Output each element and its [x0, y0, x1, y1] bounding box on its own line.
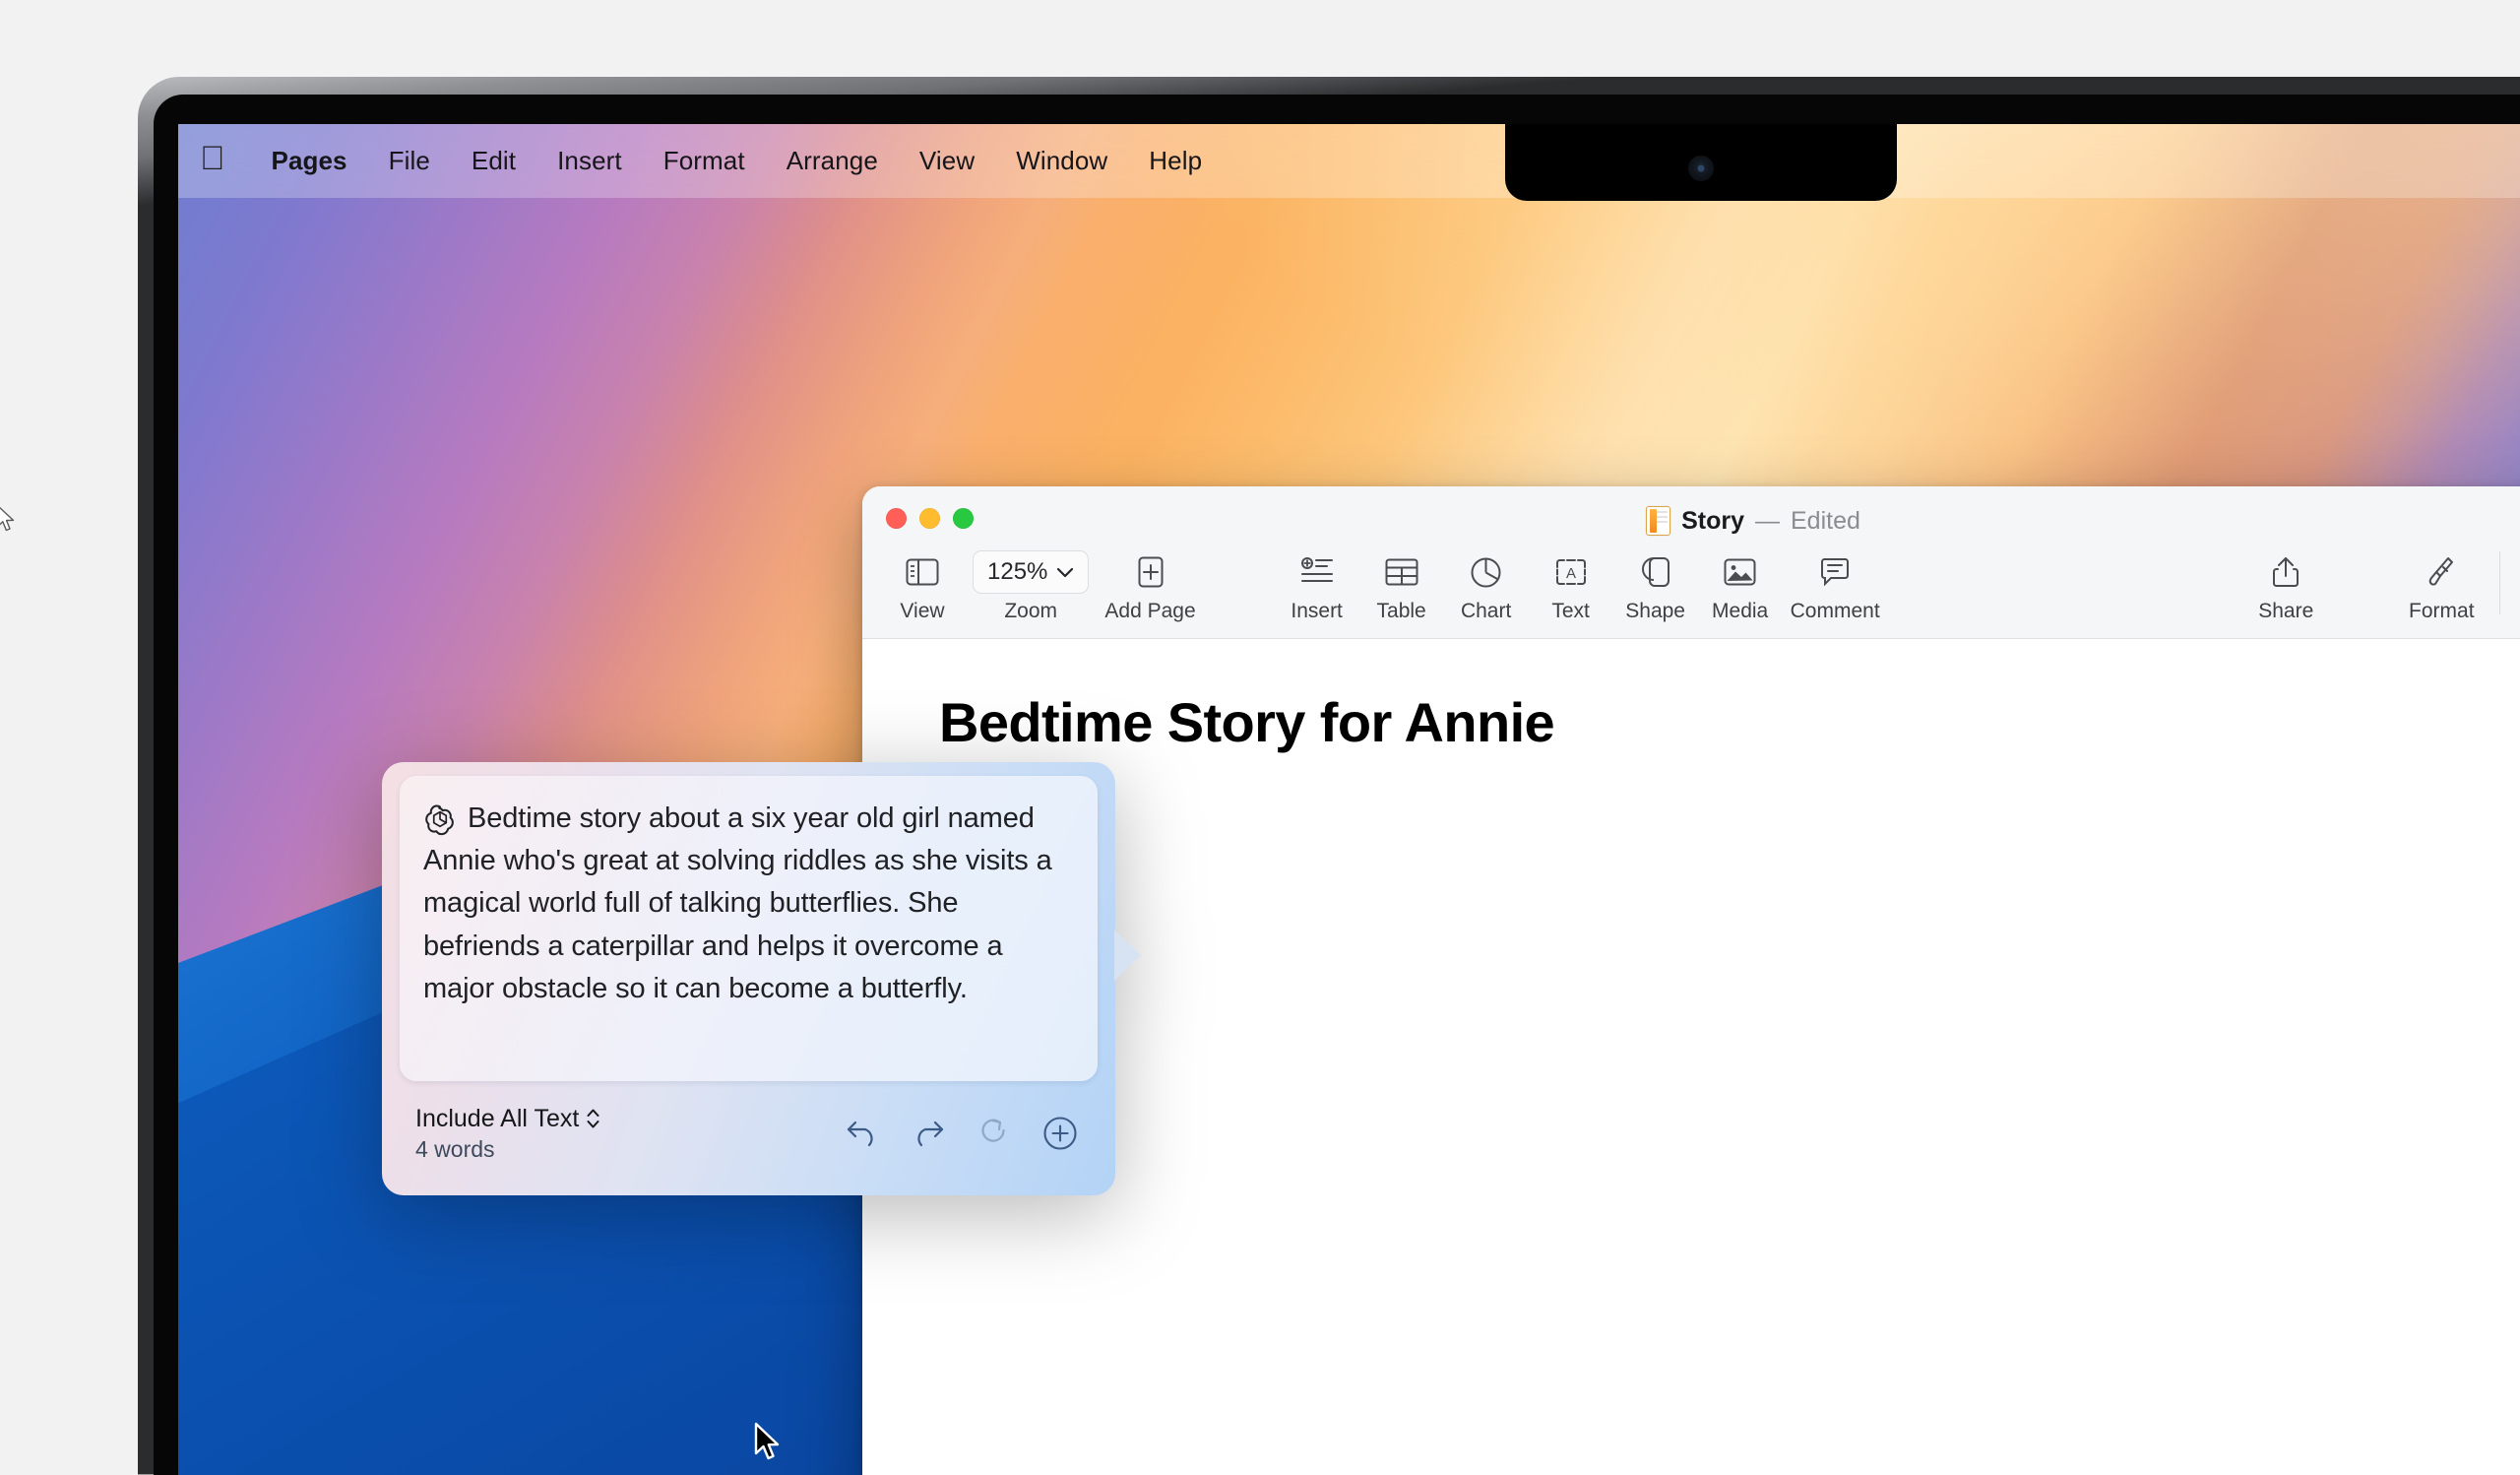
toolbar-view-label: View — [900, 600, 944, 623]
menu-item-window[interactable]: Window — [995, 146, 1128, 176]
regenerate-button[interactable] — [976, 1116, 1012, 1151]
toolbar-media-label: Media — [1712, 600, 1768, 623]
openai-logo-icon — [423, 802, 457, 836]
text-box-icon: A — [1555, 551, 1587, 593]
toolbar-text-label: Text — [1551, 600, 1590, 623]
zoom-select[interactable]: 125% — [973, 550, 1089, 594]
menu-item-help[interactable]: Help — [1128, 146, 1223, 176]
window-edited-state: Edited — [1791, 507, 1860, 536]
comment-icon — [1820, 551, 1850, 593]
toolbar-divider — [2499, 551, 2500, 614]
zoom-control-wrap: 125% — [973, 551, 1089, 593]
media-image-icon — [1724, 551, 1756, 593]
toolbar-document-button[interactable]: Document — [2516, 547, 2520, 623]
chatgpt-scope-label: Include All Text — [415, 1105, 579, 1133]
window-title-separator: — — [1755, 507, 1780, 536]
shape-icon — [1641, 551, 1670, 593]
display-notch — [1505, 124, 1897, 201]
menu-item-file[interactable]: File — [368, 146, 451, 176]
chart-pie-icon — [1471, 551, 1501, 593]
menu-item-format[interactable]: Format — [643, 146, 766, 176]
toolbar-zoom-control[interactable]: 125% Zoom — [965, 547, 1097, 623]
toolbar-format-label: Format — [2409, 600, 2475, 623]
window-title-text: Story — [1681, 507, 1744, 536]
macbook-frame:  Pages File Edit Insert Format Arrange … — [138, 77, 2520, 1475]
apple-logo-icon[interactable]:  — [200, 142, 225, 175]
toolbar-shape-button[interactable]: Shape — [1613, 547, 1698, 623]
toolbar-insert-label: Insert — [1291, 600, 1343, 623]
chevron-down-icon — [1056, 567, 1074, 578]
toolbar-share-button[interactable]: Share — [2243, 547, 2328, 623]
toolbar-chart-label: Chart — [1461, 600, 1511, 623]
toolbar-table-button[interactable]: Table — [1359, 547, 1444, 623]
menu-item-pages[interactable]: Pages — [251, 146, 368, 176]
chatgpt-action-buttons — [845, 1116, 1088, 1151]
insert-button[interactable] — [1042, 1116, 1078, 1151]
sidebar-icon — [906, 551, 939, 593]
table-icon — [1385, 551, 1418, 593]
menu-item-arrange[interactable]: Arrange — [766, 146, 899, 176]
toolbar-add-page-button[interactable]: Add Page — [1097, 547, 1203, 623]
display-bezel:  Pages File Edit Insert Format Arrange … — [154, 95, 2520, 1475]
toolbar-chart-button[interactable]: Chart — [1444, 547, 1529, 623]
toolbar-view-button[interactable]: View — [880, 547, 965, 623]
menu-item-view[interactable]: View — [899, 146, 995, 176]
menu-item-insert[interactable]: Insert — [536, 146, 643, 176]
toolbar-table-label: Table — [1377, 600, 1426, 623]
redo-button[interactable] — [911, 1116, 946, 1151]
format-brush-icon — [2426, 551, 2456, 593]
menu-bar:  Pages File Edit Insert Format Arrange … — [178, 124, 2520, 198]
zoom-value: 125% — [987, 558, 1047, 586]
toolbar-format-button[interactable]: Format — [2399, 547, 2484, 623]
add-page-icon — [1138, 551, 1164, 593]
chatgpt-scope-group: Include All Text 4 words — [415, 1105, 600, 1163]
toolbar-text-button[interactable]: A Text — [1529, 547, 1613, 623]
chatgpt-word-count: 4 words — [415, 1136, 600, 1163]
menu-item-edit[interactable]: Edit — [451, 146, 536, 176]
toolbar-comment-button[interactable]: Comment — [1783, 547, 1888, 623]
toolbar-media-button[interactable]: Media — [1698, 547, 1783, 623]
toolbar: View 125% — [862, 547, 2520, 623]
svg-text:A: A — [1566, 565, 1576, 582]
chatgpt-prompt-bubble[interactable]: Bedtime story about a six year old girl … — [400, 776, 1098, 1081]
window-titlebar: Story — Edited — [862, 486, 2520, 639]
facetime-camera-icon — [1688, 156, 1714, 181]
refresh-arrow-icon — [979, 1118, 1009, 1149]
share-icon — [2272, 551, 2300, 593]
redo-arrow-icon — [912, 1119, 945, 1148]
chevron-updown-icon — [586, 1108, 600, 1129]
chatgpt-popover[interactable]: Bedtime story about a six year old girl … — [382, 762, 1115, 1195]
toolbar-add-page-label: Add Page — [1104, 600, 1195, 623]
toolbar-zoom-label: Zoom — [1004, 600, 1057, 623]
undo-button[interactable] — [845, 1116, 880, 1151]
toolbar-comment-label: Comment — [1791, 600, 1880, 623]
chatgpt-prompt-text: Bedtime story about a six year old girl … — [423, 798, 1072, 1010]
chatgpt-popover-card: Bedtime story about a six year old girl … — [382, 762, 1115, 1195]
undo-arrow-icon — [846, 1119, 879, 1148]
pages-document-icon — [1646, 506, 1670, 536]
plus-circle-icon — [1042, 1116, 1078, 1151]
toolbar-share-label: Share — [2258, 600, 2313, 623]
chatgpt-scope-select[interactable]: Include All Text — [415, 1105, 600, 1133]
desktop-stage:  Pages File Edit Insert Format Arrange … — [0, 0, 2520, 1418]
window-title: Story — Edited — [862, 506, 2520, 536]
document-heading: Bedtime Story for Annie — [939, 690, 1554, 754]
insert-icon — [1300, 551, 1334, 593]
screen:  Pages File Edit Insert Format Arrange … — [178, 124, 2520, 1475]
mouse-cursor-secondary — [0, 504, 17, 534]
toolbar-shape-label: Shape — [1625, 600, 1685, 623]
chatgpt-popover-footer: Include All Text 4 words — [400, 1091, 1098, 1176]
popover-tail — [1114, 930, 1141, 981]
toolbar-insert-button[interactable]: Insert — [1275, 547, 1359, 623]
